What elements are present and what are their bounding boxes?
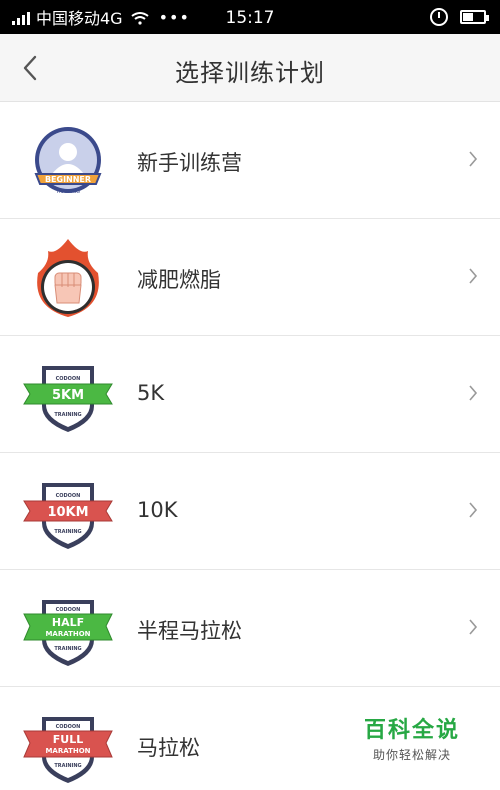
full-marathon-badge-icon: CODOON FULL MARATHON TRAINING [22,707,114,787]
page-title: 选择训练计划 [175,59,325,87]
svg-text:TRAINING: TRAINING [55,189,80,195]
plan-label: 减肥燃脂 [137,268,221,292]
chevron-right-icon [469,619,478,635]
beginner-badge-icon: BEGINNER TRAINING [22,122,114,202]
chevron-right-icon [469,502,478,518]
chevron-right-icon [469,151,478,167]
alarm-icon [430,8,448,26]
svg-text:CODOON: CODOON [56,493,81,499]
plan-row-5k[interactable]: CODOON 5KM TRAINING 5K [0,336,500,453]
half-marathon-badge-icon: CODOON HALF MARATHON TRAINING [22,590,114,670]
svg-text:MARATHON: MARATHON [45,747,90,755]
plan-row-10k[interactable]: CODOON 10KM TRAINING 10K [0,453,500,570]
svg-text:10KM: 10KM [47,505,88,520]
plan-row-fat-burn[interactable]: 减肥燃脂 [0,219,500,336]
svg-text:TRAINING: TRAINING [54,646,81,652]
fist-flame-badge-icon [22,239,114,319]
5km-badge-icon: CODOON 5KM TRAINING [22,356,114,436]
svg-text:5KM: 5KM [52,388,84,403]
plan-label: 5K [137,381,165,405]
10km-badge-icon: CODOON 10KM TRAINING [22,473,114,553]
status-right [430,0,489,34]
plan-label: 10K [137,498,178,522]
plan-row-beginner[interactable]: BEGINNER TRAINING 新手训练营 [0,102,500,219]
svg-text:CODOON: CODOON [56,607,81,613]
clock: 15:17 [225,8,275,28]
svg-text:CODOON: CODOON [56,724,81,730]
plan-list: BEGINNER TRAINING 新手训练营 减肥燃脂 CODOON 5KM … [0,102,500,790]
app-screen: 中国移动4G ••• 15:17 选择训练计划 BEGINNER TRAININ… [0,0,500,790]
watermark-title: 百科全说 [363,718,460,743]
chevron-right-icon [469,268,478,284]
svg-text:TRAINING: TRAINING [54,412,81,418]
plan-label: 半程马拉松 [137,619,242,643]
watermark: 百科全说 助你轻松解决 [364,712,460,763]
svg-text:TRAINING: TRAINING [54,763,81,769]
svg-text:CODOON: CODOON [56,376,81,382]
svg-text:FULL: FULL [53,733,83,746]
svg-text:MARATHON: MARATHON [45,630,90,638]
status-bar: 中国移动4G ••• 15:17 [0,0,500,34]
navigation-bar: 选择训练计划 [0,34,500,102]
svg-text:TRAINING: TRAINING [54,529,81,535]
svg-text:BEGINNER: BEGINNER [45,175,91,184]
plan-row-half-marathon[interactable]: CODOON HALF MARATHON TRAINING 半程马拉松 [0,570,500,687]
plan-label: 新手训练营 [137,151,242,175]
svg-text:HALF: HALF [52,616,84,629]
chevron-right-icon [469,385,478,401]
watermark-subtitle: 助你轻松解决 [372,748,451,762]
battery-icon [460,10,489,24]
plan-label: 马拉松 [137,736,200,760]
